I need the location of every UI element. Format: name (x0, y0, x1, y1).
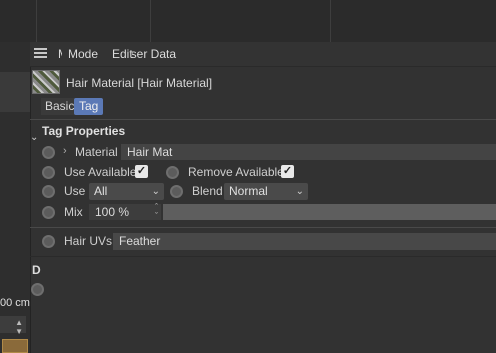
tab-basic[interactable]: Basic (41, 98, 79, 115)
use-available-animate-icon[interactable] (42, 166, 55, 179)
divider (30, 119, 496, 120)
use-dropdown-value: All (94, 184, 108, 198)
use-available-checkbox[interactable]: ✓ (135, 165, 148, 178)
section-title: Tag Properties (42, 124, 126, 138)
blend-animate-icon[interactable] (170, 185, 183, 198)
remove-available-animate-icon[interactable] (166, 166, 179, 179)
viewport-divider (330, 0, 331, 42)
use-available-label: Use Available (64, 165, 137, 179)
divider (30, 227, 496, 228)
hair-uvs-field[interactable]: Feather (113, 233, 496, 250)
stepper-arrows-icon: ˆˇ (155, 202, 158, 221)
viewport-divider (36, 0, 37, 42)
object-title: Hair Material [Hair Material] (66, 76, 213, 90)
blend-dropdown[interactable]: Normal ⌄ (224, 183, 308, 200)
left-panel-animate-icon[interactable] (31, 283, 44, 296)
material-animate-icon[interactable] (42, 146, 55, 159)
tab-tag[interactable]: Tag (74, 98, 104, 115)
hair-uvs-animate-icon[interactable] (42, 235, 55, 248)
mix-value: 100 % (95, 205, 130, 219)
chevron-down-icon: ⌄ (295, 186, 304, 197)
remove-available-checkbox[interactable]: ✓ (281, 165, 294, 178)
menu-truncated-item[interactable]: M (58, 47, 62, 59)
hamburger-menu-icon[interactable] (34, 48, 47, 59)
blend-label: Blend (192, 184, 223, 198)
left-panel-thumbnail[interactable] (2, 339, 28, 353)
background-viewport (0, 0, 496, 42)
mix-animate-icon[interactable] (42, 206, 55, 219)
divider (30, 256, 496, 257)
left-panel-letter: D (32, 263, 41, 277)
mix-label: Mix (64, 205, 83, 219)
menu-user-data[interactable]: User Data (132, 47, 184, 61)
remove-available-label: Remove Available (188, 165, 284, 179)
menu-bar: Mode Edit User Data (30, 42, 496, 67)
stepper-arrows-icon: ▲ ▼ (15, 318, 23, 336)
viewport-divider (150, 0, 151, 42)
mix-slider[interactable] (163, 204, 496, 220)
mix-slider-fill (163, 204, 496, 220)
left-panel-stepper[interactable]: ▲ ▼ (0, 316, 26, 336)
use-label: Use (64, 184, 86, 198)
use-animate-icon[interactable] (42, 185, 55, 198)
use-dropdown[interactable]: All ⌄ (89, 183, 164, 200)
hair-uvs-label: Hair UVs (64, 234, 113, 248)
chevron-right-icon[interactable]: › (63, 145, 67, 157)
left-panel-block (0, 72, 30, 112)
hair-material-icon (32, 70, 60, 94)
chevron-down-icon[interactable]: ⌄ (30, 132, 40, 143)
menu-mode[interactable]: Mode (68, 47, 98, 61)
menu-edit[interactable]: Edit (112, 47, 133, 61)
chevron-down-icon: ⌄ (151, 186, 160, 197)
material-field[interactable]: Hair Mat (121, 144, 496, 160)
left-panel-unit-value: 00 cm (0, 297, 30, 309)
material-label: Material (75, 145, 118, 159)
blend-dropdown-value: Normal (229, 184, 268, 198)
mix-value-field[interactable]: 100 % ˆˇ (89, 202, 161, 221)
